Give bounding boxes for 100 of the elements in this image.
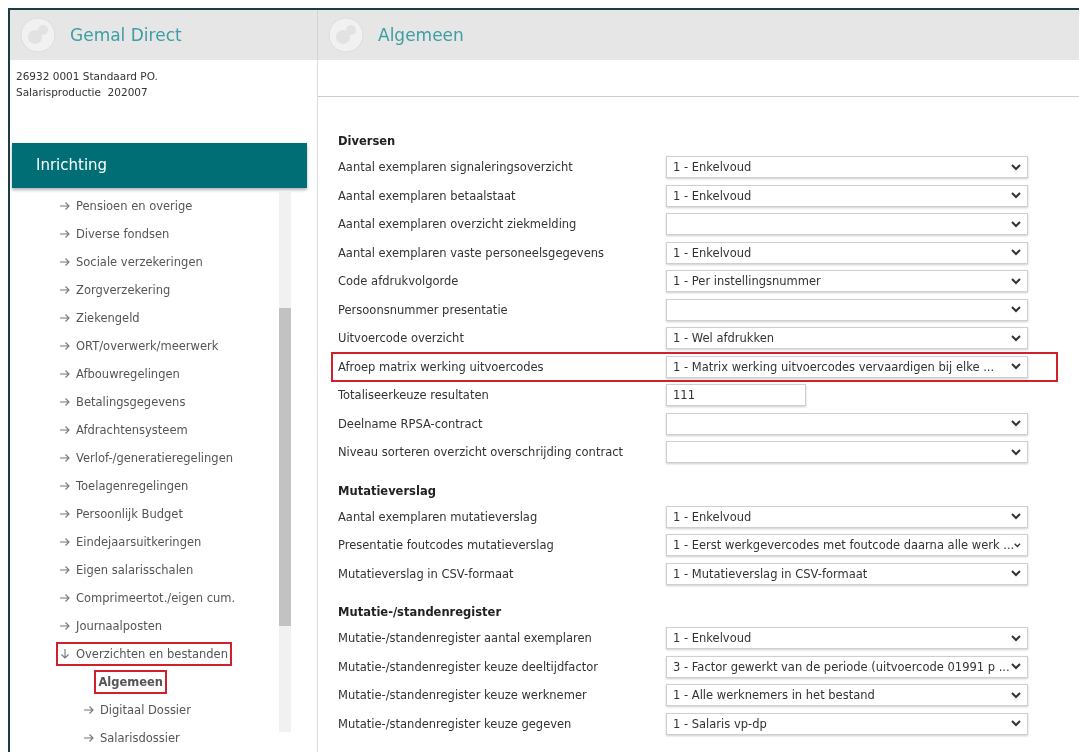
tree-item[interactable]: Afdrachtensysteem — [54, 416, 194, 444]
scrollbar[interactable] — [279, 192, 291, 732]
dropdown[interactable] — [666, 412, 1028, 435]
field-label: Presentatie foutcodes mutatieverslag — [338, 538, 555, 553]
dropdown[interactable]: 3 - Factor gewerkt van de periode (uitvoercode 01991 p ... — [666, 655, 1028, 678]
arrow-right-icon — [84, 733, 94, 743]
tree-item[interactable]: Eindejaarsuitkeringen — [54, 528, 208, 556]
tree-item[interactable]: Salarisdossier — [78, 724, 186, 752]
dropdown[interactable] — [666, 213, 1028, 236]
arrow-right-icon — [60, 313, 70, 323]
chevron-down-icon — [1011, 420, 1021, 428]
tree-item[interactable]: Afbouwregelingen — [54, 360, 186, 388]
chevron-down-icon — [1014, 541, 1021, 549]
tree-item[interactable]: Pensioen en overige — [54, 192, 199, 220]
arrow-right-icon — [60, 509, 70, 519]
arrow-right-icon — [84, 705, 94, 715]
field-label: Mutatie-/standenregister keuze werknemer — [338, 688, 588, 703]
context-text: Salarisproductie 202007 — [16, 85, 149, 100]
arrow-down-icon — [60, 649, 70, 659]
dropdown[interactable]: 1 - Mutatieverslag in CSV-formaat — [666, 562, 1028, 585]
arrow-right-icon — [60, 341, 70, 351]
dropdown[interactable]: 1 - Matrix werking uitvoercodes vervaardigen bij elke ... — [666, 355, 1028, 378]
arrow-right-icon — [60, 537, 70, 547]
field-label: Aantal exemplaren overzicht ziekmelding — [338, 217, 578, 232]
arrow-right-icon — [60, 369, 70, 379]
arrow-right-icon — [60, 621, 70, 631]
chevron-down-icon — [1011, 306, 1021, 314]
dropdown[interactable]: 1 - Alle werknemers in het bestand — [666, 684, 1028, 707]
dropdown[interactable]: 1 - Enkelvoud — [666, 241, 1028, 264]
arrow-right-icon — [60, 565, 70, 575]
arrow-right-icon — [60, 285, 70, 295]
arrow-right-icon — [60, 257, 70, 267]
field-label: Mutatieverslag in CSV-formaat — [338, 566, 515, 581]
nav-header[interactable]: Inrichting — [12, 142, 307, 188]
dropdown[interactable] — [666, 441, 1028, 464]
tree-item[interactable]: Betalingsgegevens — [54, 388, 192, 416]
chevron-down-icon — [1011, 720, 1021, 728]
chevron-down-icon — [1011, 334, 1021, 342]
chevron-down-icon — [1011, 570, 1021, 578]
field-label: Mutatie-/standenregister aantal exemplaren — [338, 631, 593, 646]
field-label: Aantal exemplaren betaalstaat — [338, 188, 517, 203]
section-title: Diversen — [338, 133, 397, 150]
chevron-down-icon — [1011, 448, 1021, 456]
tree-item[interactable]: Journaalposten — [54, 612, 169, 640]
tree-item[interactable]: Persoonlijk Budget — [54, 500, 189, 528]
tree-item[interactable]: ORT/overwerk/meerwerk — [54, 332, 225, 360]
field-label: Aantal exemplaren signaleringsoverzicht — [338, 160, 574, 175]
field-label: Totaliseerkeuze resultaten — [338, 388, 490, 403]
dropdown[interactable]: 1 - Enkelvoud — [666, 184, 1028, 207]
field-label: Mutatie-/standenregister keuze gegeven — [338, 716, 573, 731]
arrow-right-icon — [60, 481, 70, 491]
section-title: Mutatieverslag — [338, 482, 437, 500]
tree-item[interactable]: Toelagenregelingen — [54, 472, 195, 500]
field-label: Afroep matrix werking uitvoercodes — [338, 359, 545, 374]
tree-item[interactable]: Comprimeertot./eigen cum. — [54, 584, 242, 612]
tree-item[interactable]: Diverse fondsen — [54, 220, 176, 248]
tree-item[interactable]: Digitaal Dossier — [78, 696, 197, 724]
dropdown[interactable]: 1 - Wel afdrukken — [666, 327, 1028, 350]
field-label: Aantal exemplaren vaste personeelsgegevens — [338, 245, 605, 260]
app-title: Gemal Direct — [70, 25, 182, 45]
tree-item[interactable]: Sociale verzekeringen — [54, 248, 209, 276]
arrow-right-icon — [60, 201, 70, 211]
dropdown[interactable] — [666, 298, 1028, 321]
chevron-down-icon — [1011, 363, 1021, 371]
field-label: Aantal exemplaren mutatieverslag — [338, 509, 539, 524]
dropdown[interactable]: 1 - Eerst werkgevercodes met foutcode daarna alle werk ... — [666, 534, 1028, 557]
tree-item[interactable]: Overzichten en bestanden — [54, 640, 234, 668]
field-label: Niveau sorteren overzicht overschrijding contract — [338, 445, 625, 460]
tree-item[interactable]: Algemeen — [92, 668, 170, 696]
chevron-down-icon — [1011, 513, 1021, 521]
context-text: 26932 0001 Standaard PO. — [16, 69, 159, 84]
chevron-down-icon — [1011, 663, 1021, 671]
dropdown[interactable]: 1 - Per instellingsnummer — [666, 270, 1028, 293]
dropdown[interactable]: 1 - Enkelvoud — [666, 627, 1028, 650]
chevron-down-icon — [1011, 249, 1021, 257]
tree-item[interactable]: Ziekengeld — [54, 304, 146, 332]
dropdown[interactable]: 1 - Enkelvoud — [666, 505, 1028, 528]
field-label: Persoonsnummer presentatie — [338, 302, 509, 317]
tree-item[interactable]: Verlof-/generatieregelingen — [54, 444, 239, 472]
chevron-down-icon — [1011, 163, 1021, 171]
field-label: Uitvoercode overzicht — [338, 331, 465, 346]
chevron-down-icon — [1011, 634, 1021, 642]
field-label: Code afdrukvolgorde — [338, 274, 460, 289]
field-label: Deelname RPSA-contract — [338, 416, 484, 431]
dropdown[interactable]: 1 - Enkelvoud — [666, 156, 1028, 179]
tree-item[interactable]: Zorgverzekering — [54, 276, 177, 304]
chevron-down-icon — [1011, 192, 1021, 200]
arrow-right-icon — [60, 453, 70, 463]
section-title: Mutatie-/standenregister — [338, 604, 503, 621]
arrow-right-icon — [60, 593, 70, 603]
chevron-down-icon — [1011, 220, 1021, 228]
tree-item[interactable]: Eigen salarisschalen — [54, 556, 200, 584]
input-field[interactable]: 111 — [666, 384, 806, 407]
dropdown[interactable]: 1 - Salaris vp-dp — [666, 712, 1028, 735]
arrow-right-icon — [60, 425, 70, 435]
chevron-down-icon — [1011, 691, 1021, 699]
page-title: Algemeen — [378, 25, 464, 45]
arrow-right-icon — [60, 397, 70, 407]
arrow-right-icon — [60, 229, 70, 239]
chevron-down-icon — [1011, 277, 1021, 285]
